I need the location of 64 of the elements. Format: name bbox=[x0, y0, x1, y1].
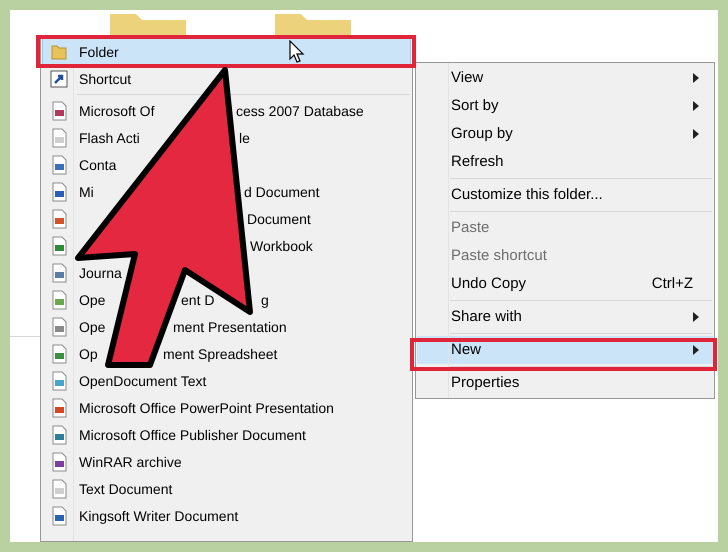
menu-item[interactable]: Workbook bbox=[250, 236, 313, 254]
menu-item[interactable]: Share with bbox=[417, 303, 713, 331]
document-icon bbox=[50, 290, 68, 310]
menu-item[interactable]: d Document bbox=[244, 182, 320, 200]
menu-item-text: Refresh bbox=[451, 152, 504, 172]
menu-item[interactable]: OpenDocument Text bbox=[79, 372, 206, 390]
shortcut-text: Ctrl+Z bbox=[652, 274, 693, 294]
document-icon bbox=[50, 100, 68, 120]
menu-item[interactable]: Properties bbox=[417, 369, 713, 397]
document-icon bbox=[50, 452, 68, 472]
menu-item[interactable]: ment Presentation bbox=[173, 318, 287, 336]
menu-item-text: View bbox=[451, 68, 484, 88]
menu-item-text: Properties bbox=[451, 372, 520, 393]
menu-item[interactable]: Customize this folder... bbox=[417, 181, 713, 209]
document-icon bbox=[50, 506, 68, 526]
document-icon bbox=[50, 154, 68, 174]
menu-item[interactable]: View bbox=[417, 64, 713, 92]
menu-item[interactable]: Microsoft Of bbox=[79, 102, 154, 120]
menu-item[interactable]: Kingsoft Writer Document bbox=[79, 506, 238, 524]
menu-item[interactable]: le bbox=[239, 128, 250, 146]
menu-item[interactable]: Microsoft Office PowerPoint Presentation bbox=[79, 398, 334, 416]
menu-item[interactable]: Text Document bbox=[79, 480, 172, 498]
menu-item[interactable]: Shortcut bbox=[79, 70, 132, 88]
menu-item-text: Paste shortcut bbox=[451, 246, 547, 266]
document-icon bbox=[50, 316, 68, 336]
menu-item-text: Share with bbox=[451, 306, 522, 327]
menu-item-text: Undo Copy bbox=[451, 274, 526, 294]
menu-item-text: Sort by bbox=[451, 96, 499, 116]
menu-item[interactable]: Mi bbox=[79, 182, 94, 200]
menu-item[interactable]: Group by bbox=[417, 120, 713, 148]
menu-item[interactable]: Op bbox=[79, 344, 98, 362]
document-icon bbox=[50, 344, 68, 364]
menu-item-text: Group by bbox=[451, 124, 513, 144]
document-icon bbox=[50, 128, 68, 148]
menu-item[interactable]: Microsoft Office Publisher Document bbox=[79, 426, 306, 444]
menu-item[interactable]: cess 2007 Database bbox=[236, 102, 364, 120]
document-icon bbox=[50, 424, 68, 444]
menu-item[interactable]: Flash Acti bbox=[79, 128, 140, 146]
menu-item[interactable]: WinRAR archive bbox=[79, 452, 182, 470]
document-icon bbox=[50, 370, 68, 390]
menu-item-text: New bbox=[451, 340, 482, 360]
document-icon bbox=[50, 398, 68, 418]
menu-item[interactable]: Journa bbox=[79, 264, 122, 282]
menu-item[interactable]: Sort by bbox=[417, 92, 713, 120]
mouse-cursor-icon bbox=[289, 40, 305, 64]
menu-item[interactable]: ent D bbox=[181, 290, 214, 308]
folder-icon bbox=[50, 42, 68, 60]
menu-item[interactable]: Folder bbox=[42, 38, 411, 65]
menu-item[interactable]: Undo Copy Ctrl+Z bbox=[417, 270, 713, 298]
menu-item[interactable]: Ope bbox=[79, 290, 106, 308]
document-icon bbox=[50, 236, 68, 256]
menu-item[interactable]: g bbox=[261, 290, 269, 308]
menu-item[interactable]: Ope bbox=[79, 318, 106, 336]
menu-item[interactable]: Refresh bbox=[417, 148, 713, 176]
menu-item-text: Folder bbox=[79, 42, 119, 60]
document-icon bbox=[50, 208, 68, 228]
menu-item-text: Paste bbox=[451, 218, 490, 238]
menu-item-text: Customize this folder... bbox=[451, 184, 603, 205]
menu-item[interactable]: ment Spreadsheet bbox=[163, 344, 278, 362]
document-icon bbox=[50, 182, 68, 202]
document-icon bbox=[50, 262, 68, 282]
menu-item[interactable]: Conta bbox=[79, 156, 116, 174]
menu-item[interactable]: Document bbox=[247, 210, 311, 228]
document-icon bbox=[50, 478, 68, 498]
